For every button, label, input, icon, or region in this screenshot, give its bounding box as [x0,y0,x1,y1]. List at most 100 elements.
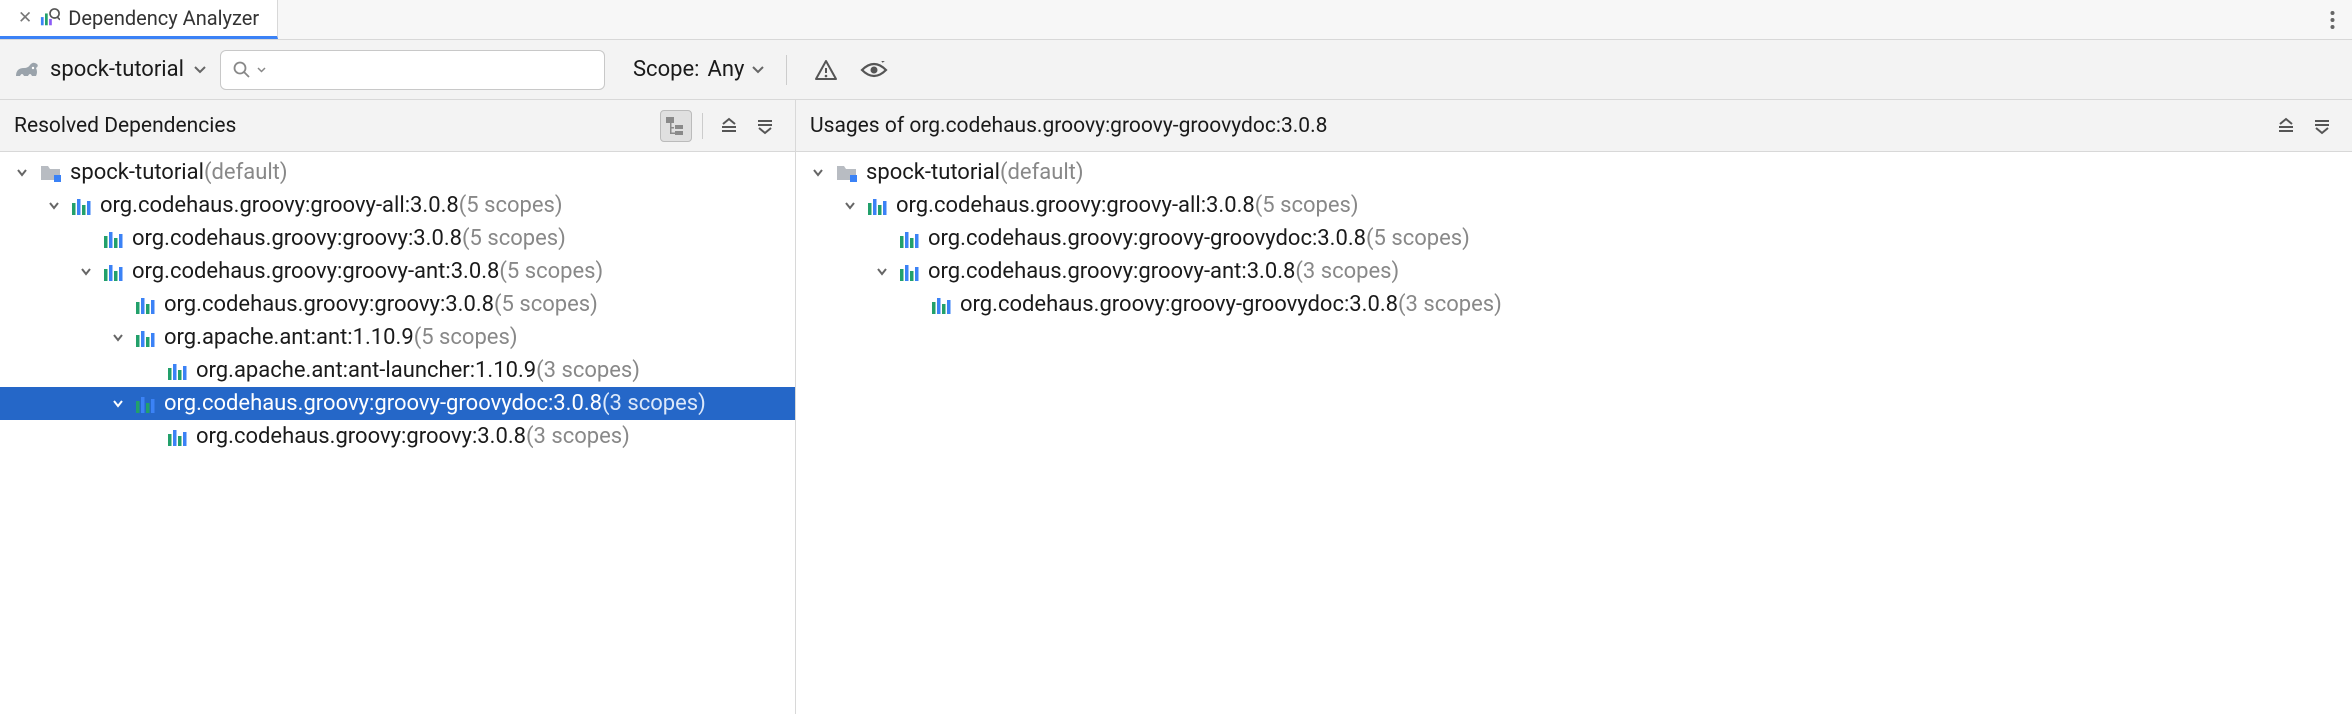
tree-row[interactable]: org.codehaus.groovy:groovy-groovydoc:3.0… [796,222,2352,255]
library-icon [136,296,156,314]
more-icon[interactable] [2312,0,2352,39]
tree-row[interactable]: org.apache.ant:ant-launcher:1.10.9 (3 sc… [0,354,795,387]
tree-row-label: org.codehaus.groovy:groovy-groovydoc:3.0… [928,226,1366,251]
collapse-all-icon[interactable] [2306,110,2338,142]
gradle-icon [14,60,40,80]
right-pane-title: Usages of org.codehaus.groovy:groovy-gro… [810,114,2270,138]
chevron-down-icon[interactable] [112,333,136,343]
collapse-all-icon[interactable] [749,110,781,142]
tree-row-suffix: (5 scopes) [1255,193,1359,218]
tree-row[interactable]: org.codehaus.groovy:groovy-groovydoc:3.0… [0,387,795,420]
library-icon [136,329,156,347]
tree-row-suffix: (3 scopes) [536,358,640,383]
library-icon [868,197,888,215]
close-icon[interactable]: ✕ [18,8,32,28]
library-icon [932,296,952,314]
chevron-down-icon[interactable] [257,67,266,73]
library-icon [900,230,920,248]
left-pane-title: Resolved Dependencies [14,114,660,138]
tree-row-suffix: (3 scopes) [526,424,630,449]
scope-selector[interactable]: Scope: Any [633,57,764,82]
tree-row-label: spock-tutorial [866,160,1000,185]
tree-row-suffix: (5 scopes) [1366,226,1470,251]
tree-row-label: spock-tutorial [70,160,204,185]
show-usages-icon[interactable] [857,53,891,87]
toolbar: spock-tutorial Scope: Any [0,40,2352,100]
tab-bar: ✕ Dependency Analyzer [0,0,2352,40]
tab-spacer [278,0,2312,39]
resolved-dependencies-pane: Resolved Dependencies [0,100,796,714]
right-pane-header: Usages of org.codehaus.groovy:groovy-gro… [796,100,2352,152]
tree-row[interactable]: org.codehaus.groovy:groovy:3.0.8 (5 scop… [0,222,795,255]
tree-row-suffix: (5 scopes) [414,325,518,350]
tree-row[interactable]: org.codehaus.groovy:groovy-ant:3.0.8 (5 … [0,255,795,288]
search-input[interactable] [272,58,592,81]
chevron-down-icon[interactable] [48,201,72,211]
tree-view-icon[interactable] [660,110,692,142]
chevron-down-icon[interactable] [876,267,900,277]
expand-all-icon[interactable] [2270,110,2302,142]
library-icon [168,362,188,380]
tab-label: Dependency Analyzer [68,6,259,30]
library-icon [104,230,124,248]
chevron-down-icon[interactable] [812,168,836,178]
tree-row[interactable]: org.codehaus.groovy:groovy-ant:3.0.8 (3 … [796,255,2352,288]
tree-row-suffix: (5 scopes) [494,292,598,317]
tree-row-label: org.codehaus.groovy:groovy-groovydoc:3.0… [164,391,602,416]
chevron-down-icon[interactable] [80,267,104,277]
tree-row[interactable]: org.codehaus.groovy:groovy:3.0.8 (5 scop… [0,288,795,321]
right-tree[interactable]: spock-tutorial (default)org.codehaus.gro… [796,152,2352,714]
tree-row[interactable]: org.apache.ant:ant:1.10.9 (5 scopes) [0,321,795,354]
search-icon [233,61,251,79]
tree-row[interactable]: spock-tutorial (default) [796,156,2352,189]
tree-row-label: org.apache.ant:ant:1.10.9 [164,325,414,350]
tree-row[interactable]: org.codehaus.groovy:groovy-all:3.0.8 (5 … [0,189,795,222]
tree-row-label: org.codehaus.groovy:groovy-all:3.0.8 [100,193,459,218]
tree-row-label: org.codehaus.groovy:groovy:3.0.8 [196,424,526,449]
tree-row-label: org.codehaus.groovy:groovy-groovydoc:3.0… [960,292,1398,317]
split-panes: Resolved Dependencies [0,100,2352,714]
expand-all-icon[interactable] [713,110,745,142]
tree-row-suffix: (default) [1000,160,1084,185]
module-folder-icon [836,164,858,182]
search-box[interactable] [220,50,605,90]
project-selector[interactable]: spock-tutorial [14,57,206,82]
left-tree[interactable]: spock-tutorial (default)org.codehaus.gro… [0,152,795,714]
tree-row-suffix: (3 scopes) [1295,259,1399,284]
tree-row-suffix: (3 scopes) [1398,292,1502,317]
scope-value: Any [707,57,744,82]
library-icon [104,263,124,281]
tree-row[interactable]: org.codehaus.groovy:groovy-all:3.0.8 (5 … [796,189,2352,222]
separator [702,113,703,139]
tree-row-label: org.apache.ant:ant-launcher:1.10.9 [196,358,536,383]
analyzer-icon [40,8,60,28]
tree-row[interactable]: org.codehaus.groovy:groovy-groovydoc:3.0… [796,288,2352,321]
tree-row-label: org.codehaus.groovy:groovy:3.0.8 [164,292,494,317]
tree-row-label: org.codehaus.groovy:groovy-ant:3.0.8 [928,259,1295,284]
tree-row[interactable]: org.codehaus.groovy:groovy:3.0.8 (3 scop… [0,420,795,453]
tree-row-suffix: (5 scopes) [499,259,603,284]
tree-row[interactable]: spock-tutorial (default) [0,156,795,189]
library-icon [72,197,92,215]
library-icon [168,428,188,446]
project-name: spock-tutorial [50,57,184,82]
library-icon [900,263,920,281]
chevron-down-icon[interactable] [844,201,868,211]
warning-icon[interactable] [809,53,843,87]
usages-pane: Usages of org.codehaus.groovy:groovy-gro… [796,100,2352,714]
tree-row-suffix: (3 scopes) [602,391,706,416]
tree-row-suffix: (5 scopes) [459,193,563,218]
library-icon [136,395,156,413]
chevron-down-icon [752,66,764,74]
tree-row-label: org.codehaus.groovy:groovy-ant:3.0.8 [132,259,499,284]
chevron-down-icon[interactable] [16,168,40,178]
chevron-down-icon[interactable] [112,399,136,409]
tab-dependency-analyzer[interactable]: ✕ Dependency Analyzer [0,0,278,39]
divider [786,55,787,85]
chevron-down-icon [194,66,206,74]
module-folder-icon [40,164,62,182]
tree-row-suffix: (5 scopes) [462,226,566,251]
left-pane-header: Resolved Dependencies [0,100,795,152]
tree-row-label: org.codehaus.groovy:groovy-all:3.0.8 [896,193,1255,218]
tree-row-label: org.codehaus.groovy:groovy:3.0.8 [132,226,462,251]
